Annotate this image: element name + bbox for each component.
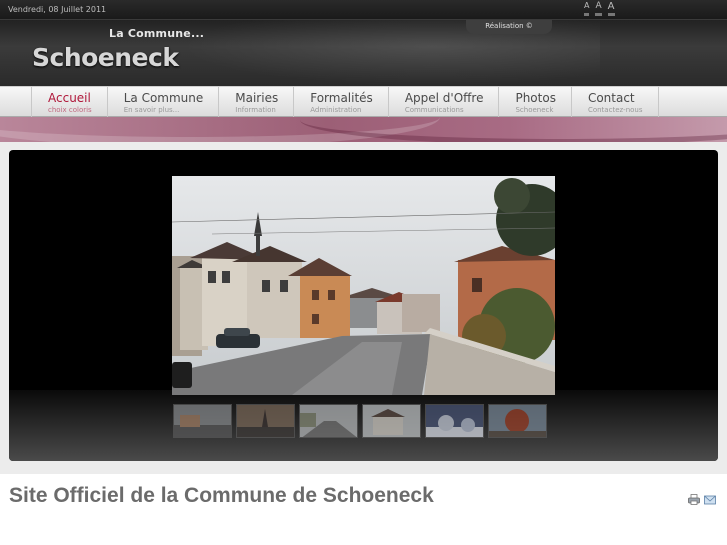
thumbnail[interactable] (488, 404, 547, 438)
thumbnail[interactable] (425, 404, 484, 438)
slideshow (9, 150, 718, 461)
font-size-controls: A A A (584, 2, 615, 16)
nav-sublabel: Communications (404, 106, 464, 114)
nav-sublabel: Administration (310, 106, 362, 114)
nav-item-appel-doffre[interactable]: Appel d'Offre Communications (389, 87, 500, 117)
realisation-tab[interactable]: Réalisation © (466, 20, 552, 34)
thumbnail-image (174, 405, 231, 437)
nav-label: La Commune (123, 91, 204, 105)
email-icon[interactable] (704, 490, 716, 505)
nav-sublabel: choix coloris (48, 106, 92, 114)
email-icon-glyph (704, 495, 716, 505)
decorative-band (0, 117, 727, 142)
thumbnail-image (489, 405, 546, 437)
nav-item-formalites[interactable]: Formalités Administration (294, 87, 389, 117)
nav-label: Appel d'Offre (404, 91, 484, 105)
slideshow-main-photo[interactable] (172, 176, 555, 395)
thumbnail[interactable] (236, 404, 295, 438)
nav-item-photos[interactable]: Photos Schoeneck (499, 87, 572, 117)
nav-sublabel: En savoir plus... (123, 106, 180, 114)
nav-sublabel: Information (235, 106, 276, 114)
nav-label: Photos (515, 91, 556, 105)
thumbnail-image (300, 405, 357, 437)
font-size-medium-button[interactable]: A (595, 2, 602, 16)
slideshow-frame (0, 142, 727, 474)
article-tools (688, 490, 716, 505)
thumbnail[interactable] (362, 404, 421, 438)
nav-item-mairies[interactable]: Mairies Information (219, 87, 295, 117)
nav-sublabel: Schoeneck (515, 106, 554, 114)
thumbnail[interactable] (173, 404, 232, 438)
nav-item-contact[interactable]: Contact Contactez-nous (572, 87, 659, 117)
page-title: Site Officiel de la Commune de Schoeneck (9, 484, 434, 507)
nav-label: Mairies (235, 91, 279, 105)
nav-item-la-commune[interactable]: La Commune En savoir plus... (108, 87, 220, 117)
thumbnail-image (426, 405, 483, 437)
nav-label: Formalités (310, 91, 373, 105)
nav-label: Contact (587, 91, 635, 105)
site-logo[interactable]: Schoeneck (32, 43, 179, 72)
date-label: Vendredi, 08 Juillet 2011 (8, 5, 107, 14)
site-header: Réalisation © La Commune... Schoeneck (0, 20, 727, 86)
thumbnail[interactable] (299, 404, 358, 438)
logo-tagline: La Commune... (109, 27, 205, 40)
nav-sublabel: Contactez-nous (587, 106, 643, 114)
font-size-large-button[interactable]: A (607, 2, 615, 16)
thumbnail-image (363, 405, 420, 437)
thumbnail-strip (173, 404, 547, 438)
font-size-small-button[interactable]: A (584, 2, 590, 16)
nav-item-accueil[interactable]: Accueil choix coloris (31, 87, 108, 117)
main-nav: Accueil choix coloris La Commune En savo… (0, 86, 727, 117)
nav-label: Accueil (48, 91, 91, 105)
print-icon-glyph (688, 494, 700, 505)
top-bar: Vendredi, 08 Juillet 2011 A A A (0, 0, 727, 20)
print-icon[interactable] (688, 490, 700, 505)
thumbnail-image (237, 405, 294, 437)
street-photo (172, 176, 555, 395)
